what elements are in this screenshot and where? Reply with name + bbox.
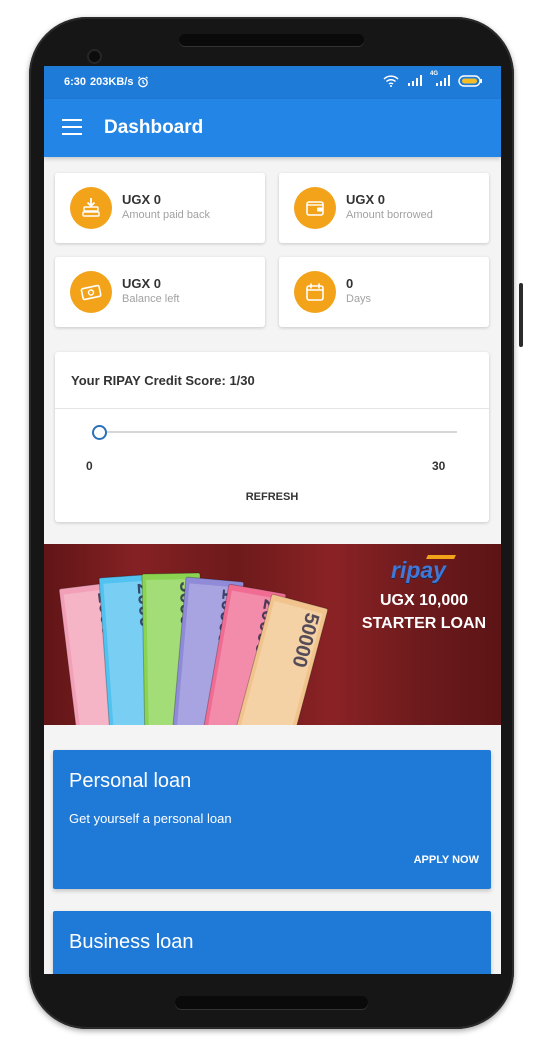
offer-amount: UGX 10,000 — [379, 592, 469, 609]
bottom-speaker — [175, 996, 368, 1009]
stat-value: UGX 0 — [346, 192, 386, 207]
slider-thumb[interactable] — [92, 425, 107, 440]
stat-value: UGX 0 — [122, 276, 162, 291]
stat-label: Days — [346, 293, 372, 305]
alarm-icon — [138, 76, 149, 88]
stat-value: UGX 0 — [122, 192, 162, 207]
credit-score-slider[interactable] — [99, 431, 457, 433]
front-camera — [89, 51, 100, 62]
stat-value: 0 — [346, 276, 354, 291]
money-return-icon — [70, 187, 112, 229]
calendar-icon — [294, 271, 336, 313]
signal-icon — [436, 75, 450, 86]
status-time: 6:30 — [64, 76, 87, 88]
status-bar: 6:30 203KB/s 4G — [44, 66, 501, 99]
stat-label: Balance left — [122, 293, 180, 305]
stat-card-balance-left: UGX 0 Balance left — [55, 257, 265, 327]
loan-title: Personal loan — [69, 770, 192, 792]
network-speed: 203KB/s — [90, 76, 134, 88]
status-right: 4G — [383, 71, 483, 87]
app-bar: Dashboard — [44, 99, 501, 157]
stat-label: Amount paid back — [122, 209, 211, 221]
stat-label: Amount borrowed — [346, 209, 433, 221]
stat-card-days: 0 Days — [279, 257, 489, 327]
divider — [55, 408, 489, 409]
credit-score-title: Your RIPAY Credit Score: 1/30 — [71, 373, 255, 388]
apply-now-button[interactable]: APPLY NOW — [414, 854, 479, 866]
hamburger-menu-icon[interactable] — [62, 119, 82, 135]
secondary-signal: 4G — [430, 71, 450, 87]
wifi-icon — [383, 75, 399, 87]
cash-icon — [70, 271, 112, 313]
app-screen: 6:30 203KB/s 4G Dashboard UGX 0 Amount p… — [44, 66, 501, 974]
loan-title: Business loan — [69, 931, 194, 953]
status-left: 6:30 203KB/s — [64, 76, 149, 88]
offer-text: UGX 10,000 STARTER LOAN — [355, 589, 493, 635]
brand-logo: ripay — [391, 557, 446, 583]
stat-card-amount-borrowed: UGX 0 Amount borrowed — [279, 173, 489, 243]
credit-score-card: Your RIPAY Credit Score: 1/30 0 30 REFRE… — [55, 352, 489, 522]
wallet-icon — [294, 187, 336, 229]
slider-min-label: 0 — [86, 459, 93, 473]
business-loan-card[interactable]: Business loan — [53, 911, 491, 974]
promo-banner[interactable]: 100020005000100002000050000 ripay UGX 10… — [44, 544, 501, 725]
slider-max-label: 30 — [432, 459, 446, 473]
stat-card-amount-paid-back: UGX 0 Amount paid back — [55, 173, 265, 243]
signal-icon — [408, 75, 422, 86]
top-speaker — [179, 34, 364, 46]
personal-loan-card[interactable]: Personal loan Get yourself a personal lo… — [53, 750, 491, 889]
refresh-button[interactable]: REFRESH — [55, 491, 489, 503]
page-title: Dashboard — [104, 117, 204, 138]
side-button — [519, 283, 523, 347]
loan-subtitle: Get yourself a personal loan — [69, 811, 232, 826]
offer-label: STARTER LOAN — [361, 615, 487, 632]
battery-icon — [458, 75, 482, 87]
